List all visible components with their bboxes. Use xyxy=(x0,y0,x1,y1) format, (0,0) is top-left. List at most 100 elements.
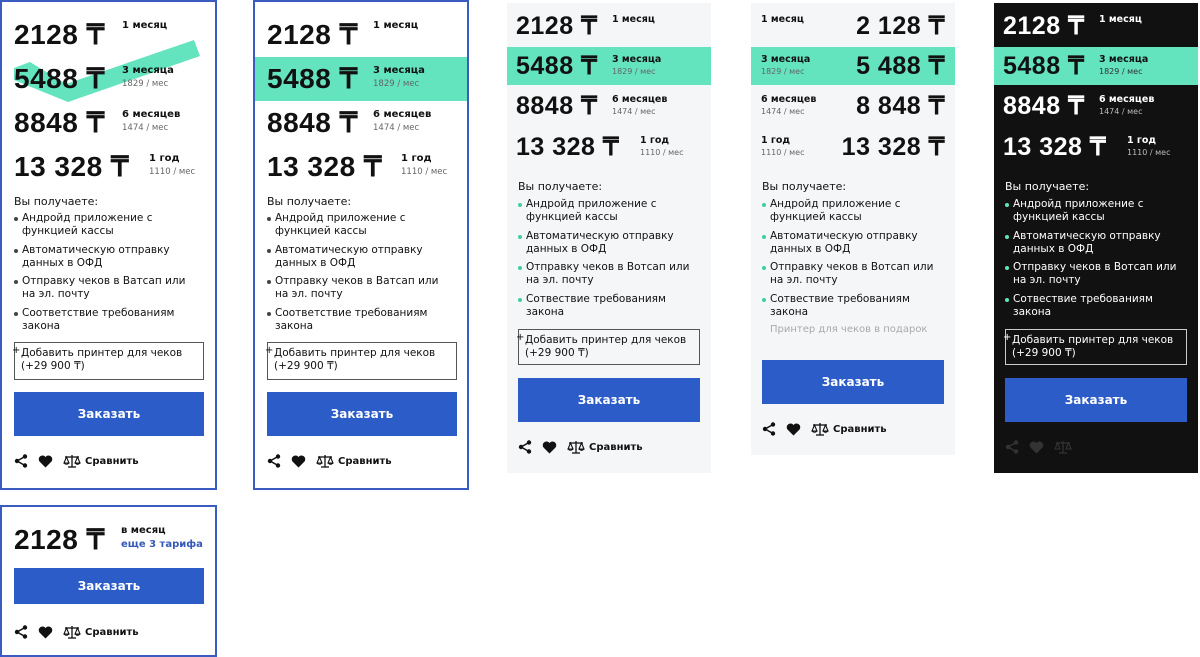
price-1y[interactable]: 13 328 ₸ xyxy=(1003,132,1106,162)
period-1y: 1 год xyxy=(761,135,791,146)
period-1m: 1 месяц xyxy=(761,14,804,25)
price-1m[interactable]: 2128 ₸ xyxy=(14,18,105,51)
feature-item: Сотвествие требованиям закона xyxy=(518,293,706,319)
price-1y[interactable]: 13 328 ₸ xyxy=(267,150,382,183)
order-button[interactable]: Заказать xyxy=(1005,378,1187,422)
feature-item: Андройд приложение с функцией кассы xyxy=(1005,198,1163,224)
price-3m[interactable]: 5488 ₸ xyxy=(267,62,358,95)
price-3m[interactable]: 5488 ₸ xyxy=(1003,51,1084,81)
period-3m: 3 месяца xyxy=(761,54,811,65)
features-title: Вы получаете: xyxy=(14,195,99,208)
bullet-icon xyxy=(518,266,522,270)
scales-icon xyxy=(811,423,829,436)
scales-icon xyxy=(567,441,585,454)
period-3m: 3 месяца xyxy=(612,54,662,65)
scales-icon xyxy=(316,455,334,468)
share-icon[interactable] xyxy=(267,454,281,468)
price-1m[interactable]: 2128 ₸ xyxy=(516,11,597,41)
tariff-card-5: 2128 ₸ 1 месяц 5488 ₸ 3 месяца 1829 / ме… xyxy=(994,3,1198,473)
price-3m[interactable]: 5488 ₸ xyxy=(14,62,105,95)
feature-item: Автоматическую отправку данных в ОФД xyxy=(1005,230,1178,256)
compare-link[interactable]: Сравнить xyxy=(63,625,139,639)
per-month-3m: 1829 / мес xyxy=(122,79,169,89)
heart-icon[interactable] xyxy=(38,455,53,468)
price-6m[interactable]: 8848 ₸ xyxy=(516,91,597,121)
period-6m: 6 месяцев xyxy=(122,109,181,120)
feature-item: Отправку чеков в Вотсап или на эл. почту xyxy=(518,261,706,287)
bullet-icon xyxy=(1005,235,1009,239)
scales-icon xyxy=(63,626,81,639)
share-icon[interactable] xyxy=(518,440,532,454)
period-3m: 3 месяца xyxy=(1099,54,1149,65)
feature-item: Андройд приложение с функцией кассы xyxy=(518,198,676,224)
heart-icon[interactable] xyxy=(1029,441,1044,454)
per-month-6m: 1474 / мес xyxy=(761,107,805,116)
price-1m[interactable]: 2 128 ₸ xyxy=(856,11,945,41)
bullet-icon xyxy=(267,280,271,284)
feature-item: Автоматическую отправку данных в ОФД xyxy=(14,244,172,270)
price-1m[interactable]: 2128 ₸ xyxy=(1003,11,1084,41)
price-1y[interactable]: 13 328 ₸ xyxy=(14,150,129,183)
price-3m[interactable]: 5 488 ₸ xyxy=(856,51,945,81)
share-icon[interactable] xyxy=(1005,440,1019,454)
per-month-6m: 1474 / мес xyxy=(612,107,656,116)
bullet-icon xyxy=(518,235,522,239)
bullet-icon xyxy=(762,266,766,270)
order-button[interactable]: Заказать xyxy=(14,568,204,604)
bullet-icon xyxy=(1005,203,1009,207)
order-button[interactable]: Заказать xyxy=(518,378,700,422)
period-1y: 1 год xyxy=(401,153,432,164)
period-monthly: в месяц xyxy=(121,525,166,536)
price-6m[interactable]: 8848 ₸ xyxy=(1003,91,1084,121)
bullet-icon xyxy=(267,312,271,316)
order-button[interactable]: Заказать xyxy=(14,392,204,436)
bullet-icon xyxy=(14,280,18,284)
add-printer-option[interactable]: + Добавить принтер для чеков (+29 900 ₸) xyxy=(265,342,457,380)
price-6m[interactable]: 8 848 ₸ xyxy=(856,91,945,121)
period-1y: 1 год xyxy=(149,153,180,164)
bullet-icon xyxy=(1005,298,1009,302)
card-actions: Сравнить xyxy=(267,454,392,468)
bullet-icon xyxy=(762,298,766,302)
feature-item: Отправку чеков в Вотсап или на эл. почту xyxy=(762,261,950,287)
plus-icon: + xyxy=(265,345,274,356)
price-3m[interactable]: 5488 ₸ xyxy=(516,51,597,81)
compare-link[interactable]: Сравнить xyxy=(567,440,643,454)
feature-item: Соответствие требованиям закона xyxy=(14,307,202,333)
heart-icon[interactable] xyxy=(786,423,801,436)
bullet-icon xyxy=(14,312,18,316)
price-1y[interactable]: 13 328 ₸ xyxy=(842,132,945,162)
feature-item: Сотвествие требованиям закона xyxy=(1005,293,1193,319)
scales-icon[interactable] xyxy=(1054,440,1072,454)
heart-icon[interactable] xyxy=(38,626,53,639)
heart-icon[interactable] xyxy=(542,441,557,454)
compare-link[interactable]: Сравнить xyxy=(63,454,139,468)
price-1y[interactable]: 13 328 ₸ xyxy=(516,132,619,162)
per-month-3m: 1829 / мес xyxy=(761,67,805,76)
share-icon[interactable] xyxy=(762,422,776,436)
heart-icon[interactable] xyxy=(291,455,306,468)
per-month-3m: 1829 / мес xyxy=(1099,67,1143,76)
bullet-icon xyxy=(267,249,271,253)
more-tariffs-link[interactable]: еще 3 тарифа xyxy=(121,539,203,550)
share-icon[interactable] xyxy=(14,454,28,468)
add-printer-option[interactable]: + Добавить принтер для чеков (+29 900 ₸) xyxy=(12,342,204,380)
plus-icon: + xyxy=(12,345,21,356)
price-6m[interactable]: 8848 ₸ xyxy=(14,106,105,139)
feature-item: Сотвествие требованиям закона xyxy=(762,293,950,319)
plus-icon: + xyxy=(1003,332,1012,343)
bullet-icon xyxy=(14,217,18,221)
share-icon[interactable] xyxy=(14,625,28,639)
compare-link[interactable]: Сравнить xyxy=(316,454,392,468)
order-button[interactable]: Заказать xyxy=(762,360,944,404)
card-actions xyxy=(1005,440,1072,454)
feature-item: Соответствие требованиям закона xyxy=(267,307,455,333)
price-monthly[interactable]: 2128 ₸ xyxy=(14,523,105,556)
order-button[interactable]: Заказать xyxy=(267,392,457,436)
add-printer-option[interactable]: + Добавить принтер для чеков (+29 900 ₸) xyxy=(516,329,700,365)
price-1m[interactable]: 2128 ₸ xyxy=(267,18,358,51)
price-6m[interactable]: 8848 ₸ xyxy=(267,106,358,139)
add-printer-option[interactable]: + Добавить принтер для чеков (+29 900 ₸) xyxy=(1003,329,1187,365)
per-month-6m: 1474 / мес xyxy=(122,123,169,133)
compare-link[interactable]: Сравнить xyxy=(811,422,887,436)
